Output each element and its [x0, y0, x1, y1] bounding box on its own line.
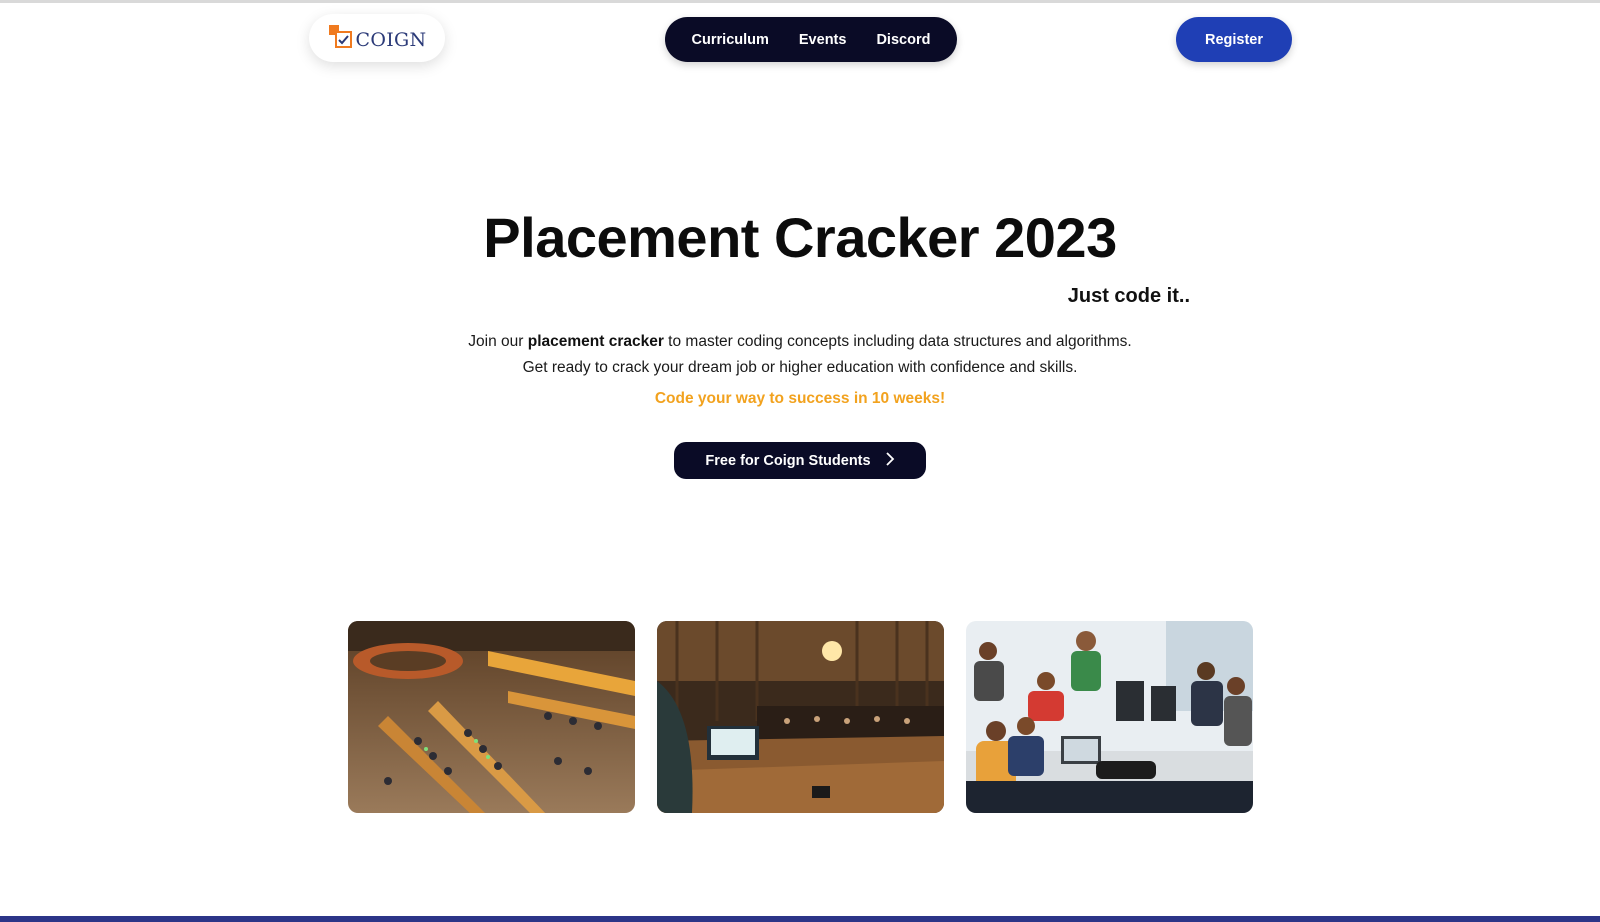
- team-coding-photo: [966, 621, 1253, 813]
- desc-line1: Join our placement cracker to master cod…: [468, 333, 1131, 350]
- cta-label: Free for Coign Students: [705, 452, 871, 469]
- footer-band: [0, 916, 1600, 922]
- library-reading-room-photo: [348, 621, 635, 813]
- desc-line1-pre: Join our: [468, 333, 528, 350]
- desc-line2: Get ready to crack your dream job or hig…: [522, 359, 1078, 376]
- hero-description: Join our placement cracker to master cod…: [0, 329, 1600, 381]
- desc-line1-bold: placement cracker: [527, 333, 664, 350]
- logo-mark-icon: [328, 24, 354, 52]
- lecture-hall-laptop-photo: [657, 621, 944, 813]
- desc-line1-post: to master coding concepts including data…: [663, 333, 1132, 350]
- hero-highlight: Code your way to success in 10 weeks!: [654, 390, 946, 407]
- top-border: [0, 0, 1600, 3]
- nav-link-discord[interactable]: Discord: [876, 32, 930, 48]
- logo-text: COIGN: [355, 29, 427, 51]
- nav-link-curriculum[interactable]: Curriculum: [692, 32, 769, 48]
- register-button[interactable]: Register: [1176, 17, 1292, 62]
- nav-link-events[interactable]: Events: [799, 32, 847, 48]
- hero-tagline: Just code it..: [1067, 285, 1190, 307]
- coign-logo[interactable]: COIGN: [309, 14, 445, 62]
- main-nav: Curriculum Events Discord: [665, 17, 957, 62]
- free-for-students-button[interactable]: Free for Coign Students: [674, 442, 926, 479]
- chevron-right-icon: [885, 451, 895, 471]
- hero-title: Placement Cracker 2023: [483, 206, 1117, 269]
